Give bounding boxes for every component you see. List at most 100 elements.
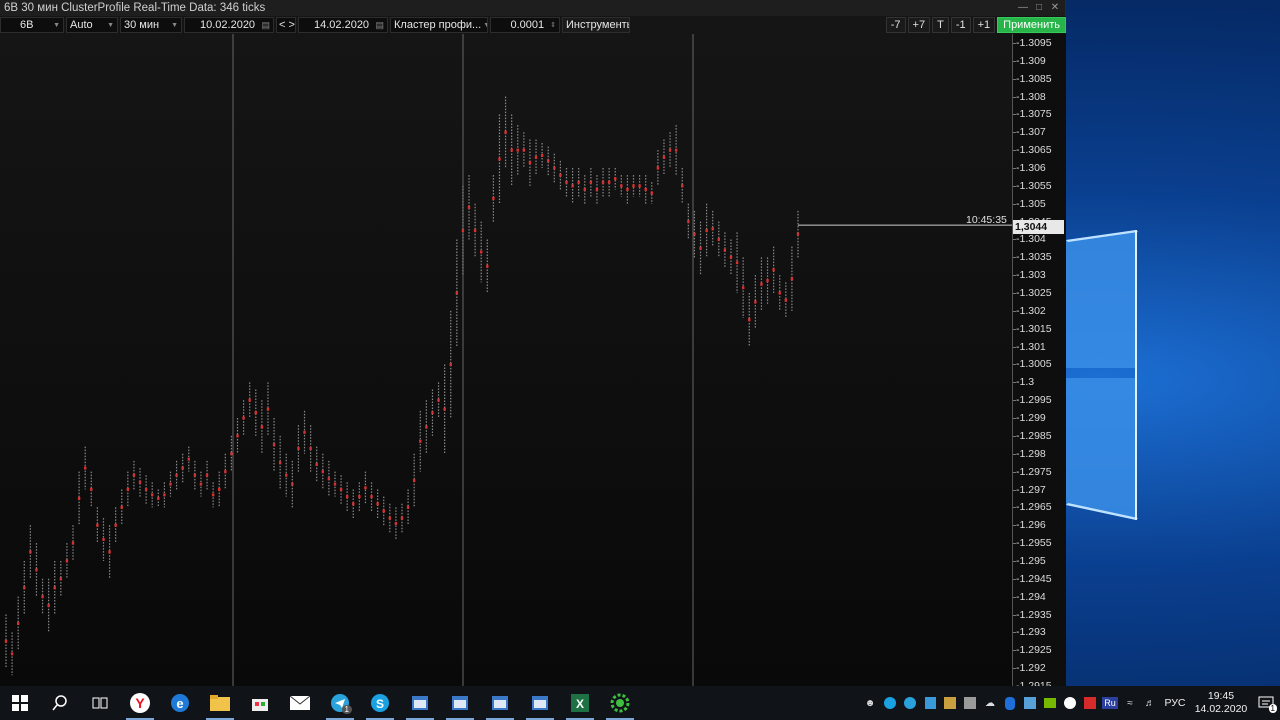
app-window-icon[interactable] [480, 686, 520, 720]
cluster-bar[interactable] [565, 168, 568, 197]
explorer-icon[interactable] [200, 686, 240, 720]
windows-start-icon[interactable] [0, 686, 40, 720]
cluster-bar[interactable] [211, 482, 215, 508]
clock[interactable]: 19:45 14.02.2020 [1190, 690, 1252, 716]
cluster-bar[interactable] [84, 446, 87, 490]
cluster-bar[interactable] [431, 389, 434, 436]
cluster-bar[interactable] [406, 489, 410, 526]
cluster-bar[interactable] [748, 293, 751, 347]
cluster-bar[interactable] [394, 507, 398, 540]
date-to-input[interactable]: 14.02.2020 ▤ [298, 17, 388, 33]
cluster-bar[interactable] [242, 400, 245, 436]
cluster-bar[interactable] [693, 210, 696, 258]
cluster-bar[interactable] [705, 203, 708, 258]
cluster-bar[interactable] [528, 139, 532, 186]
cluster-bar[interactable] [199, 471, 203, 497]
cluster-bar[interactable] [681, 168, 684, 204]
minus7-button[interactable]: -7 [885, 17, 906, 33]
skype-tray-icon[interactable] [880, 686, 900, 720]
cluster-bar[interactable] [248, 382, 251, 419]
cluster-bar[interactable] [309, 425, 312, 472]
cluster-bar[interactable] [784, 282, 788, 319]
wifi-icon[interactable]: ≈ [1120, 686, 1140, 720]
cluster-bar[interactable] [321, 453, 324, 490]
cluster-bar[interactable] [668, 132, 672, 169]
app-window-icon[interactable] [440, 686, 480, 720]
cluster-bar[interactable] [644, 175, 647, 204]
cluster-bar[interactable] [614, 168, 617, 190]
cluster-bar[interactable] [35, 543, 38, 597]
cluster-bar[interactable] [53, 560, 56, 615]
cluster-bar[interactable] [760, 257, 763, 311]
cluster-bar[interactable] [498, 114, 501, 204]
app-window-icon[interactable] [520, 686, 560, 720]
telegram-icon[interactable]: 1 [320, 686, 360, 720]
cluster-bar[interactable] [291, 460, 294, 508]
cluster-bar[interactable] [358, 482, 361, 511]
cluster-bar[interactable] [729, 239, 733, 276]
cluster-bar[interactable] [59, 560, 63, 597]
cluster-bar[interactable] [711, 210, 714, 247]
cluster-chart[interactable] [0, 34, 1012, 686]
tools-button[interactable]: Инструменты [562, 17, 630, 33]
cluster-bar[interactable] [364, 471, 367, 504]
cluster-bar[interactable] [510, 114, 513, 186]
plus7-button[interactable]: +7 [907, 17, 931, 33]
calendar-icon[interactable]: ▤ [375, 20, 384, 31]
cluster-bar[interactable] [400, 503, 404, 533]
skype-icon[interactable]: S [360, 686, 400, 720]
nvidia-icon[interactable] [1040, 686, 1060, 720]
minus1-button[interactable]: -1 [950, 17, 971, 33]
cluster-bar[interactable] [175, 460, 178, 490]
cluster-bar[interactable] [620, 175, 623, 197]
cluster-bar[interactable] [754, 275, 757, 329]
cluster-bar[interactable] [443, 364, 446, 454]
cluster-bar[interactable] [16, 596, 20, 651]
nav-arrows[interactable]: < > [276, 17, 296, 33]
cluster-bar[interactable] [230, 435, 233, 472]
cluster-bar[interactable] [419, 410, 422, 472]
cluster-bar[interactable] [126, 471, 130, 508]
cluster-bar[interactable] [10, 632, 14, 676]
cluster-bar[interactable] [352, 489, 355, 519]
cleaner-icon[interactable] [1020, 686, 1040, 720]
gear-app-icon[interactable] [600, 686, 640, 720]
cluster-bar[interactable] [473, 203, 477, 258]
cluster-bar[interactable] [516, 125, 519, 176]
yandex-browser-icon[interactable]: Y [120, 686, 160, 720]
cluster-bar[interactable] [315, 446, 318, 483]
cluster-bar[interactable] [224, 453, 227, 490]
cluster-bar[interactable] [534, 139, 538, 176]
cluster-bar[interactable] [583, 175, 586, 204]
cluster-bar[interactable] [376, 489, 379, 519]
cluster-bar[interactable] [480, 221, 483, 283]
cluster-bar[interactable] [492, 175, 495, 222]
cluster-bar[interactable] [699, 221, 702, 276]
cluster-bar[interactable] [766, 257, 769, 304]
cluster-bar[interactable] [717, 221, 720, 258]
telegram-tray-icon[interactable] [900, 686, 920, 720]
cluster-bar[interactable] [626, 175, 629, 204]
apply-button[interactable]: Применить [997, 17, 1066, 33]
cluster-bar[interactable] [181, 453, 184, 483]
cluster-bar[interactable] [656, 150, 660, 186]
price-axis[interactable]: -1.3095 -1.309 -1.3085 -1.308 -1.3075 -1.307 -… [1012, 34, 1066, 692]
cluster-bar[interactable] [157, 489, 160, 508]
cluster-bar[interactable] [772, 246, 775, 294]
cluster-bar[interactable] [303, 410, 306, 454]
cluster-bar[interactable] [735, 232, 739, 294]
chart-type-select[interactable]: Кластер профи... ▼ [390, 17, 488, 33]
plus1-button[interactable]: +1 [972, 17, 996, 33]
cluster-bar[interactable] [571, 168, 574, 204]
cluster-bar[interactable] [333, 471, 337, 497]
cluster-bar[interactable] [108, 525, 111, 579]
chart-area[interactable] [0, 34, 1012, 686]
maximize-icon[interactable]: □ [1033, 2, 1045, 14]
cluster-bar[interactable] [339, 475, 343, 504]
cluster-bar[interactable] [638, 175, 641, 197]
calendar-icon[interactable]: ▤ [261, 20, 270, 31]
cluster-bar[interactable] [449, 310, 452, 419]
cluster-bar[interactable] [607, 168, 611, 197]
search-icon[interactable] [40, 686, 80, 720]
cluster-bar[interactable] [254, 389, 257, 436]
